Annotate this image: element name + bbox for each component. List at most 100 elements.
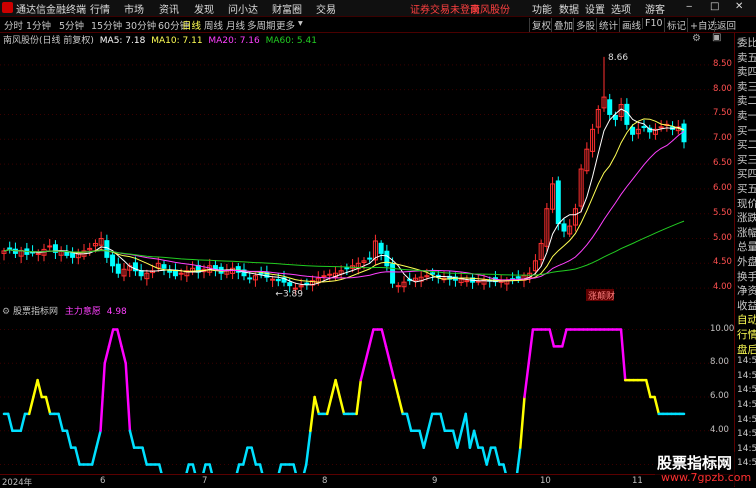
candle [658,126,664,129]
add-favorite-button[interactable]: +自选 [687,18,717,32]
maximize-icon[interactable]: □ [710,1,719,12]
menu-bar: 通达信金融终端 行情 市场 资讯 发现 问小达 财富圈 交易 证券交易未登录 南… [0,0,756,17]
indicator-line-segment [464,412,472,449]
candle [384,250,390,267]
menu-guest[interactable]: 游客 [645,1,665,16]
menu-options[interactable]: 选项 [611,1,631,16]
date-tick-label: 10 [540,476,551,486]
menu-ask-xiaoda[interactable]: 问小达 [228,1,258,16]
signal-tag: 涨颠财 [588,290,615,302]
indicator-line-segment [439,412,446,433]
trade-time: 14:50 [737,443,756,454]
indicator-line-segment [107,328,115,348]
price-tick-label: 6.00 [713,182,732,193]
indicator-line-segment [397,395,405,416]
indicator-line-segment [367,328,375,348]
indicator-line-segment [250,446,258,466]
price-tick-label: 4.50 [713,257,732,268]
period-intraday[interactable]: 分时 [4,18,23,32]
period-5min[interactable]: 5分钟 [59,18,84,32]
quote-field-label[interactable]: 自动 [737,312,756,327]
period-1min[interactable]: 1分钟 [26,18,51,32]
price-tick-label: 8.00 [713,83,732,94]
date-tick-label: 8 [322,476,328,486]
stock-name-link[interactable]: 南风股份 [470,1,510,16]
multi-stock-button[interactable]: 多股 [573,18,595,32]
indicator-line-segment [208,463,214,473]
indicator-line-segment [388,362,396,382]
settings-icon[interactable]: ⚙ [692,33,701,44]
indicator-line-segment [235,463,241,473]
expand-icon[interactable]: ▣ [712,32,721,43]
close-icon[interactable]: ✕ [735,1,743,12]
price-tick-label: 7.00 [713,133,732,144]
menu-quotes[interactable]: 行情 [90,1,110,16]
menu-news[interactable]: 资讯 [159,1,179,16]
trade-time: 14:50 [737,429,756,440]
period-daily[interactable]: 日线 [182,18,201,32]
menu-market[interactable]: 市场 [124,1,144,16]
indicator-line-segment [644,378,652,399]
adjust-button[interactable]: 复权 [529,18,551,32]
menu-data[interactable]: 数据 [559,1,579,16]
date-tick-label: 11 [632,476,643,486]
trade-time: 14:50 [737,356,756,367]
indicator-tick-label: 6.00 [710,391,729,402]
period-weekly[interactable]: 周线 [204,18,223,32]
menu-settings[interactable]: 设置 [585,1,605,16]
mark-button[interactable]: 标记 [664,18,686,32]
candle [7,247,13,250]
indicator-line-segment [325,395,333,416]
indicator-line-segment [523,362,530,399]
indicator-line-segment [493,446,501,466]
indicator-line-segment [191,463,197,473]
menu-wealth-circle[interactable]: 财富圈 [272,1,302,16]
menu-functions[interactable]: 功能 [532,1,552,16]
period-more[interactable]: 更多 [276,18,295,32]
candlestick-chart[interactable]: 8.66 ←3.89 涨颠财 [0,45,734,303]
indicator-line-segment [405,412,413,433]
quote-field-label: 卖三 [737,80,756,93]
indicator-line-segment [27,395,35,416]
quote-field-label: 总量 [737,241,756,254]
period-monthly[interactable]: 月线 [226,18,245,32]
quote-field-label: 现价 [737,197,756,210]
draw-button[interactable]: 画线 [619,18,641,32]
quote-field-label: 外盘 [737,256,756,268]
quote-field-label: 涨跌 [737,212,756,225]
candle [607,99,613,115]
date-axis: 2024年 6 7 8 9 10 11 [0,474,734,488]
date-tick-label: 7 [202,476,208,486]
back-button[interactable]: 返回 [714,18,736,32]
indicator-line-segment [120,345,127,365]
quote-field-label: 收益 [737,299,756,312]
stats-button[interactable]: 统计 [596,18,618,32]
indicator-line-segment [422,429,430,449]
candle [47,245,53,248]
indicator-line-segment [128,429,136,449]
minimize-icon[interactable]: ‒ [686,1,692,12]
chevron-down-icon[interactable]: ▾ [298,18,303,29]
indicator-line-segment [65,429,73,449]
f10-button[interactable]: F10 [642,18,663,29]
candle [430,272,436,275]
overlay-button[interactable]: 叠加 [551,18,573,32]
period-multi[interactable]: 多周期 [247,18,276,32]
menu-trade[interactable]: 交易 [316,1,336,16]
quote-field-label[interactable]: 行情 [737,327,756,342]
indicator-header: ⚙ 股票指标网 主力意愿 4.98 [0,304,127,317]
indicator-chart[interactable] [0,316,734,473]
indicator-line-segment [95,429,102,449]
trade-time: 14:50 [737,370,756,381]
period-30min[interactable]: 30分钟 [125,18,156,32]
indicator-line-segment [202,463,207,473]
menu-discover[interactable]: 发现 [194,1,214,16]
watermark: 股票指标网 www.7gpzb.com [655,452,751,486]
indicator-line-segment [456,429,463,449]
quote-field-label[interactable]: 盘后 [737,342,756,357]
period-15min[interactable]: 15分钟 [91,18,122,32]
candle [344,267,350,270]
indicator-line-segment [653,395,661,416]
candle [287,282,293,287]
indicator-line-segment [426,412,434,433]
